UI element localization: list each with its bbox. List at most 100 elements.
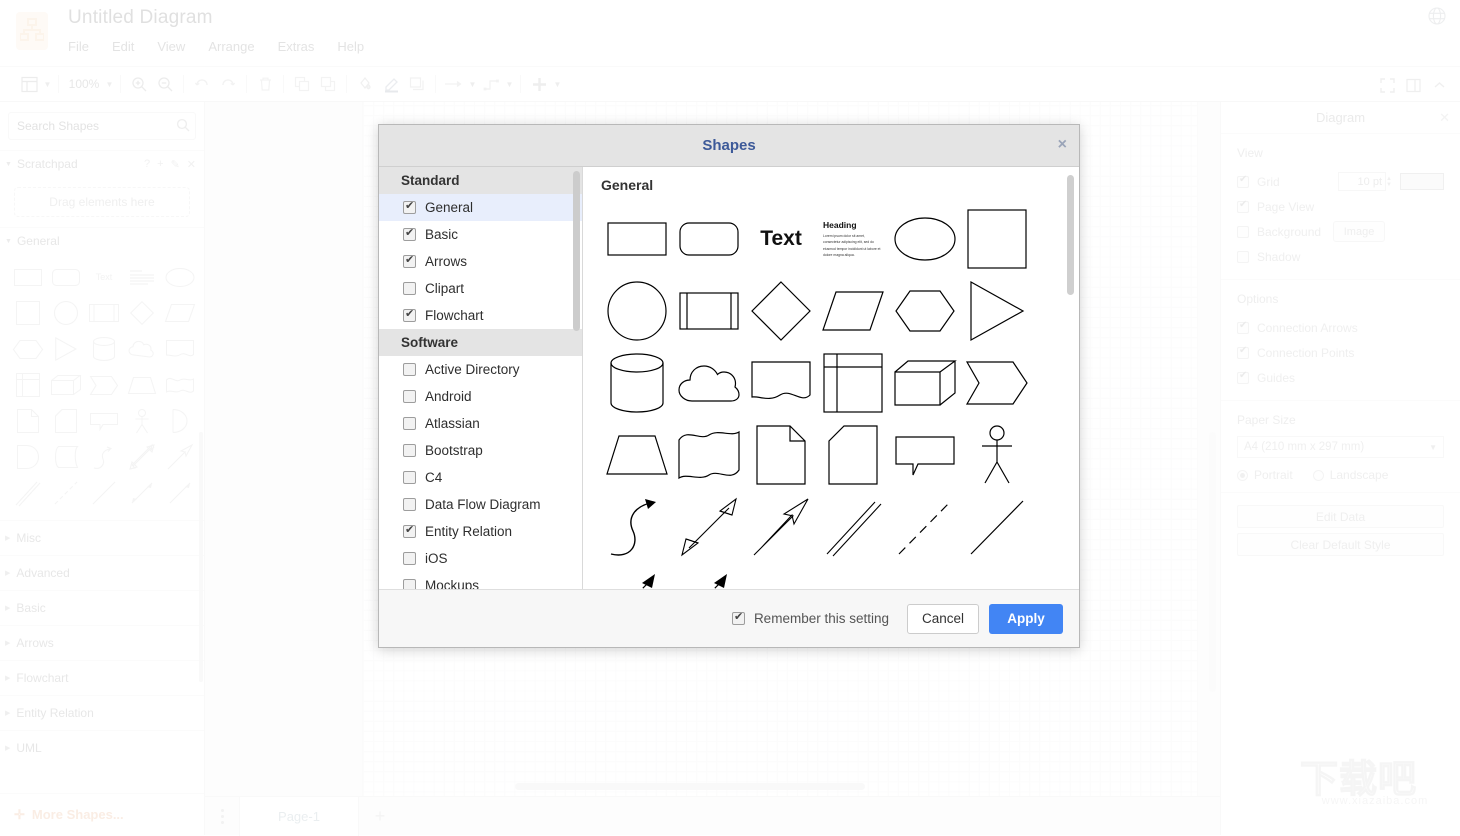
line-color-icon[interactable] <box>378 71 404 97</box>
remember-setting-checkbox[interactable] <box>731 610 745 625</box>
menu-edit[interactable]: Edit <box>112 39 134 54</box>
category-checkbox[interactable] <box>403 579 416 589</box>
preview-shape-document[interactable] <box>745 347 817 419</box>
category-item-data-flow-diagram[interactable]: Data Flow Diagram <box>379 491 582 518</box>
grid-size-stepper[interactable]: ▲ ▼ <box>1386 176 1395 188</box>
preview-shape-trapezoid[interactable] <box>601 419 673 491</box>
preview-shape-cloud[interactable] <box>673 347 745 419</box>
scratchpad-section-header[interactable]: ▼ Scratchpad ? + ✎ ✕ <box>0 150 204 177</box>
sidebar-section-misc[interactable]: ▶ Misc <box>0 520 204 555</box>
category-checkbox[interactable] <box>403 199 416 214</box>
collapse-icon[interactable] <box>1426 72 1452 98</box>
sidebar-section-flowchart[interactable]: ▶ Flowchart <box>0 660 204 695</box>
landscape-radio[interactable] <box>1312 469 1324 481</box>
close-icon[interactable]: × <box>1058 136 1067 154</box>
shadow-checkbox[interactable] <box>1237 250 1249 263</box>
category-checkbox[interactable] <box>403 282 416 295</box>
to-front-icon[interactable] <box>289 71 315 97</box>
menu-file[interactable]: File <box>68 39 89 54</box>
preview-shape-card[interactable] <box>817 419 889 491</box>
category-list-scrollbar[interactable] <box>573 171 580 331</box>
format-panel-icon[interactable] <box>1400 72 1426 98</box>
more-shapes-button[interactable]: ✛ More Shapes... <box>0 793 204 835</box>
preview-shape-circle[interactable] <box>601 275 673 347</box>
edit-data-button[interactable]: Edit Data <box>1237 505 1444 528</box>
menu-help[interactable]: Help <box>337 39 364 54</box>
scratchpad-dropzone[interactable]: Drag elements here <box>14 187 190 217</box>
category-item-flowchart[interactable]: Flowchart <box>379 302 582 329</box>
category-checkbox[interactable] <box>403 498 416 511</box>
palette-shape-document[interactable] <box>162 332 198 366</box>
category-checkbox[interactable] <box>403 363 416 376</box>
insert-icon[interactable] <box>526 71 552 97</box>
grid-size-input[interactable] <box>1338 172 1386 191</box>
edge-style-caret-icon[interactable]: ▼ <box>467 71 478 97</box>
category-checkbox[interactable] <box>403 444 416 457</box>
zoom-in-icon[interactable] <box>126 71 152 97</box>
category-item-active-directory[interactable]: Active Directory <box>379 356 582 383</box>
close-icon[interactable]: ✕ <box>187 158 196 171</box>
category-checkbox[interactable] <box>403 471 416 484</box>
globe-icon[interactable] <box>1428 7 1446 30</box>
category-item-arrows[interactable]: Arrows <box>379 248 582 275</box>
waypoints-icon[interactable] <box>478 71 504 97</box>
preview-shape-dashed-arrow-2[interactable] <box>673 563 745 589</box>
category-item-c4[interactable]: C4 <box>379 464 582 491</box>
help-icon[interactable]: ? <box>144 158 150 171</box>
apply-button[interactable]: Apply <box>989 603 1063 634</box>
palette-shape-dashed-line[interactable] <box>48 476 84 510</box>
preview-scrollbar[interactable] <box>1067 175 1074 295</box>
preview-shape-square[interactable] <box>961 203 1033 275</box>
background-image-button[interactable]: Image <box>1333 221 1386 242</box>
palette-shape-ellipse[interactable] <box>162 260 198 294</box>
category-checkbox[interactable] <box>403 417 416 430</box>
preview-shape-curve-arrow[interactable] <box>601 491 673 563</box>
page-view-checkbox[interactable] <box>1237 199 1249 213</box>
category-item-mockups[interactable]: Mockups <box>379 572 582 589</box>
preview-shape-actor[interactable] <box>961 419 1033 491</box>
waypoints-caret-icon[interactable]: ▼ <box>504 71 515 97</box>
category-checkbox[interactable] <box>403 390 416 403</box>
guides-checkbox[interactable] <box>1237 370 1249 384</box>
to-back-icon[interactable] <box>315 71 341 97</box>
preview-shape-line[interactable] <box>961 491 1033 563</box>
preview-shape-callout[interactable] <box>889 419 961 491</box>
add-icon[interactable]: + <box>157 158 163 171</box>
general-section-header[interactable]: ▼ General <box>0 227 204 254</box>
palette-shape-bidirectional-arrow[interactable] <box>124 440 160 474</box>
preview-shape-note[interactable] <box>745 419 817 491</box>
palette-shape-double-line[interactable] <box>10 476 46 510</box>
remember-setting-row[interactable]: Remember this setting <box>731 610 889 626</box>
palette-shape-tape[interactable] <box>162 368 198 402</box>
sidebar-scrollbar[interactable] <box>199 432 203 682</box>
undo-icon[interactable] <box>189 71 215 97</box>
palette-shape-line-arrow[interactable] <box>162 476 198 510</box>
palette-shape-cube[interactable] <box>48 368 84 402</box>
edit-icon[interactable]: ✎ <box>171 158 180 171</box>
grid-color-swatch[interactable] <box>1400 173 1444 190</box>
palette-shape-circle[interactable] <box>48 296 84 330</box>
palette-shape-step[interactable] <box>86 368 122 402</box>
preview-shape-diamond[interactable] <box>745 275 817 347</box>
palette-shape-card[interactable] <box>48 404 84 438</box>
palette-shape-triangle[interactable] <box>48 332 84 366</box>
palette-shape-curve-arrow[interactable] <box>86 440 122 474</box>
shadow-icon[interactable] <box>404 71 430 97</box>
delete-icon[interactable] <box>252 71 278 97</box>
preview-shape-rectangle[interactable] <box>601 203 673 275</box>
preview-shape-tape[interactable] <box>673 419 745 491</box>
preview-shape-cube[interactable] <box>889 347 961 419</box>
preview-shape-textbox-heading[interactable]: Heading Lorem ipsum dolor sit amet, cons… <box>817 203 889 275</box>
view-layout-caret-icon[interactable]: ▼ <box>42 71 53 97</box>
category-checkbox[interactable] <box>403 253 416 268</box>
menu-extras[interactable]: Extras <box>278 39 315 54</box>
page-menu-icon[interactable] <box>205 808 239 824</box>
category-item-atlassian[interactable]: Atlassian <box>379 410 582 437</box>
search-input[interactable] <box>8 112 196 140</box>
preview-shape-parallelogram[interactable] <box>817 275 889 347</box>
background-checkbox[interactable] <box>1237 225 1249 238</box>
preview-shape-ellipse[interactable] <box>889 203 961 275</box>
preview-shape-text[interactable]: Text <box>745 203 817 275</box>
sidebar-section-arrows[interactable]: ▶ Arrows <box>0 625 204 660</box>
menu-arrange[interactable]: Arrange <box>208 39 254 54</box>
